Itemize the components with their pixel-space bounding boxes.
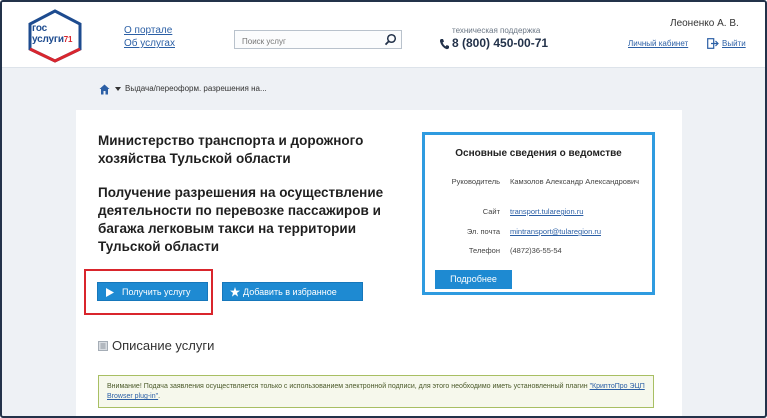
play-icon xyxy=(106,288,114,297)
home-icon[interactable] xyxy=(99,84,110,95)
logo-line1: гос xyxy=(32,23,47,34)
notice-text: Внимание! Подача заявления осуществляетс… xyxy=(107,383,590,390)
support-phone[interactable]: 8 (800) 450-00-71 xyxy=(452,36,548,50)
info-key: Телефон xyxy=(468,246,500,255)
support-label: техническая поддержка xyxy=(452,26,541,35)
department-info-box: Основные сведения о ведомстве Руководите… xyxy=(422,132,655,295)
user-name: Леоненко А. В. xyxy=(670,18,739,29)
info-value: (4872)36-55-54 xyxy=(510,246,562,255)
star-icon xyxy=(230,287,240,297)
get-service-button[interactable]: Получить услугу xyxy=(97,282,208,301)
site-header: гос услуги71 О портале Об услугах технич… xyxy=(2,2,765,68)
service-card: Министерство транспорта и дорожного хозя… xyxy=(76,110,682,416)
search-input[interactable] xyxy=(235,33,375,50)
browser-frame: гос услуги71 О портале Об услугах технич… xyxy=(0,0,767,418)
add-favorite-button[interactable]: Добавить в избранное xyxy=(222,282,363,301)
document-icon xyxy=(98,341,108,351)
top-links: О портале Об услугах xyxy=(124,24,175,50)
info-key: Сайт xyxy=(482,207,500,216)
about-services-link[interactable]: Об услугах xyxy=(124,37,175,50)
logo-line2: услуги xyxy=(32,34,64,45)
search-icon[interactable] xyxy=(384,33,397,46)
description-heading[interactable]: Описание услуги xyxy=(112,338,214,353)
search-box xyxy=(234,30,402,50)
add-favorite-label: Добавить в избранное xyxy=(243,287,337,297)
gosuslugi-logo[interactable]: гос услуги71 xyxy=(24,8,86,64)
get-service-label: Получить услугу xyxy=(122,287,191,297)
warning-notice: Внимание! Подача заявления осуществляетс… xyxy=(98,375,654,408)
more-details-button[interactable]: Подробнее xyxy=(435,270,512,289)
email-link[interactable]: mintransport@tularegion.ru xyxy=(510,227,650,237)
about-portal-link[interactable]: О портале xyxy=(124,24,175,37)
logo-region: 71 xyxy=(63,35,73,44)
info-value: Камзолов Александр Александрович xyxy=(510,177,640,186)
ministry-title: Министерство транспорта и дорожного хозя… xyxy=(98,133,364,166)
phone-icon xyxy=(439,39,449,50)
breadcrumb-current[interactable]: Выдача/переоформ. разрешения на... xyxy=(125,84,267,93)
personal-cabinet-link[interactable]: Личный кабинет xyxy=(628,39,688,48)
chevron-down-icon[interactable] xyxy=(115,86,121,92)
info-key: Руководитель xyxy=(451,177,500,186)
service-title: Получение разрешения на осуществление де… xyxy=(98,185,384,254)
logout-link[interactable]: Выйти xyxy=(722,39,746,48)
site-link[interactable]: transport.tularegion.ru xyxy=(510,207,650,217)
logout-icon[interactable] xyxy=(707,38,719,49)
info-box-title: Основные сведения о ведомстве xyxy=(455,148,622,159)
notice-tail: . xyxy=(158,393,161,400)
info-key: Эл. почта xyxy=(466,227,500,236)
